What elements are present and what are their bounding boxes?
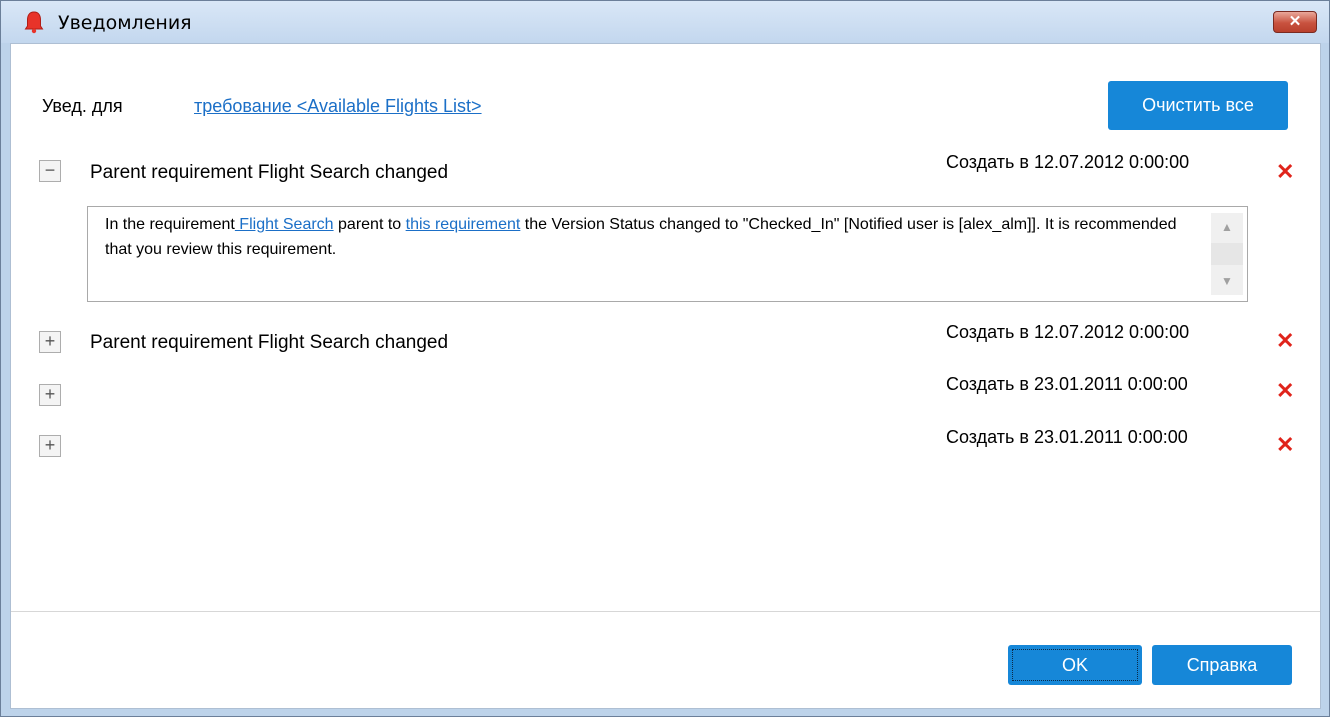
notification-title: Parent requirement Flight Search changed xyxy=(90,162,449,183)
dialog-body: Увед. для требование <Available Flights … xyxy=(10,43,1321,709)
notification-detail[interactable]: In the requirement Flight Search parent … xyxy=(87,206,1248,302)
notification-created: Создать в 23.01.2011 0:00:00 xyxy=(946,427,1188,447)
scroll-track[interactable] xyxy=(1211,243,1243,265)
footer-divider xyxy=(11,611,1320,612)
flight-search-link[interactable]: Flight Search xyxy=(235,216,333,233)
help-button[interactable]: Справка xyxy=(1152,645,1292,685)
expand-toggle[interactable]: + xyxy=(39,384,61,406)
ok-button[interactable]: OK xyxy=(1008,645,1142,685)
bell-icon xyxy=(24,11,44,34)
scroll-up-icon[interactable]: ▲ xyxy=(1211,213,1243,241)
delete-icon[interactable]: ✕ xyxy=(1276,380,1294,402)
notification-title: Parent requirement Flight Search changed xyxy=(90,332,449,353)
notifications-dialog: Уведомления ✕ Увед. для требование <Avai… xyxy=(0,0,1330,717)
expand-toggle[interactable]: + xyxy=(39,331,61,353)
delete-icon[interactable]: ✕ xyxy=(1276,330,1294,352)
close-button[interactable]: ✕ xyxy=(1273,11,1317,33)
notification-created: Создать в 23.01.2011 0:00:00 xyxy=(946,374,1188,394)
window-title: Уведомления xyxy=(58,12,192,34)
delete-icon[interactable]: ✕ xyxy=(1276,434,1294,456)
close-icon: ✕ xyxy=(1288,13,1302,30)
notification-created: Создать в 12.07.2012 0:00:00 xyxy=(946,322,1190,342)
scroll-down-icon[interactable]: ▼ xyxy=(1211,267,1243,295)
requirement-link[interactable]: требование <Available Flights List> xyxy=(194,96,482,117)
focus-rect xyxy=(1012,649,1138,681)
collapse-toggle[interactable]: − xyxy=(39,160,61,182)
detail-text: In the requirement Flight Search parent … xyxy=(105,216,1177,258)
title-bar[interactable]: Уведомления ✕ xyxy=(1,1,1329,43)
detail-scrollbar[interactable]: ▲ ▼ xyxy=(1211,213,1243,295)
notify-for-label: Увед. для xyxy=(42,96,123,116)
notification-created: Создать в 12.07.2012 0:00:00 xyxy=(946,152,1190,172)
this-requirement-link[interactable]: this requirement xyxy=(406,216,521,233)
clear-all-button[interactable]: Очистить все xyxy=(1108,81,1288,130)
expand-toggle[interactable]: + xyxy=(39,435,61,457)
delete-icon[interactable]: ✕ xyxy=(1276,161,1294,183)
